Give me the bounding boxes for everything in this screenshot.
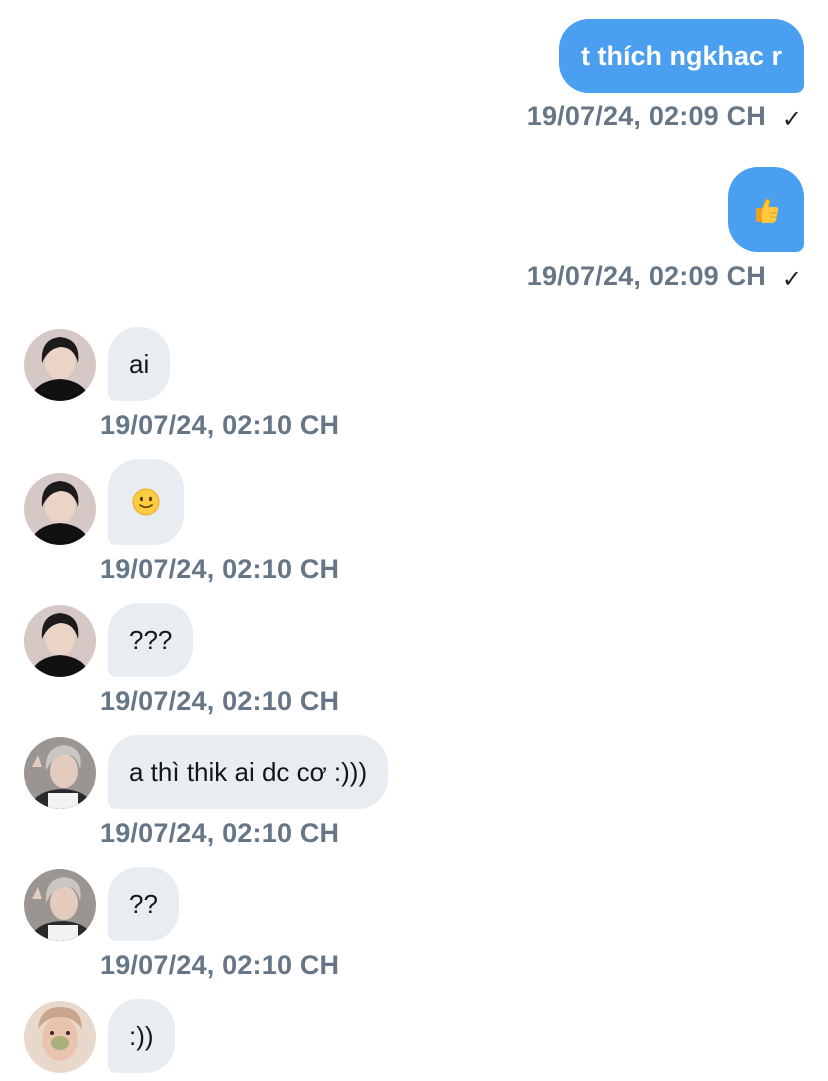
- sent-checkmark-icon: ✓: [781, 266, 802, 293]
- message-text: a thì thik ai dc cơ :))): [129, 756, 368, 787]
- message-text: t thích ngkhac r: [580, 40, 782, 71]
- incoming-message-bubble[interactable]: a thì thik ai dc cơ :))): [108, 735, 389, 809]
- message-timestamp: 19/07/24, 02:09 CH: [526, 101, 766, 131]
- message-timestamp: 19/07/24, 02:10 CH: [100, 950, 340, 980]
- avatar[interactable]: [24, 1001, 96, 1073]
- incoming-message-bubble[interactable]: [108, 459, 184, 545]
- incoming-message-bubble[interactable]: ???: [108, 603, 194, 677]
- message-timestamp: 19/07/24, 02:10 CH: [100, 554, 340, 584]
- message-timestamp: 19/07/24, 02:10 CH: [100, 410, 340, 440]
- message-text: ai: [129, 348, 150, 379]
- message-text: ???: [129, 624, 173, 655]
- thumbs-up-emoji: [756, 198, 779, 223]
- sent-checkmark-icon: ✓: [781, 106, 802, 133]
- chat-thread: t thích ngkhac r 19/07/24, 02:09 CH ✓ 19…: [0, 0, 828, 1081]
- message-text: ??: [129, 888, 158, 919]
- slight-smile-emoji: [132, 488, 160, 516]
- avatar[interactable]: [24, 737, 96, 809]
- avatar-photo: [24, 1001, 96, 1073]
- avatar[interactable]: [24, 869, 96, 941]
- avatar[interactable]: [24, 605, 96, 677]
- message-timestamp: 19/07/24, 02:10 CH: [100, 686, 340, 716]
- avatar-photo: [24, 605, 96, 677]
- outgoing-message-bubble[interactable]: t thích ngkhac r: [558, 19, 804, 93]
- avatar-photo: [24, 737, 96, 809]
- message-text: :)): [129, 1020, 154, 1051]
- message-timestamp: 19/07/24, 02:09 CH: [526, 261, 766, 291]
- incoming-message-bubble[interactable]: ??: [108, 867, 179, 941]
- avatar-photo: [24, 869, 96, 941]
- avatar-photo: [24, 473, 96, 545]
- incoming-message-bubble[interactable]: ai: [108, 327, 171, 401]
- incoming-message-bubble[interactable]: :)): [108, 999, 175, 1073]
- avatar[interactable]: [24, 329, 96, 401]
- message-timestamp: 19/07/24, 02:10 CH: [100, 818, 340, 848]
- avatar[interactable]: [24, 473, 96, 545]
- outgoing-message-bubble[interactable]: [728, 167, 804, 252]
- avatar-photo: [24, 329, 96, 401]
